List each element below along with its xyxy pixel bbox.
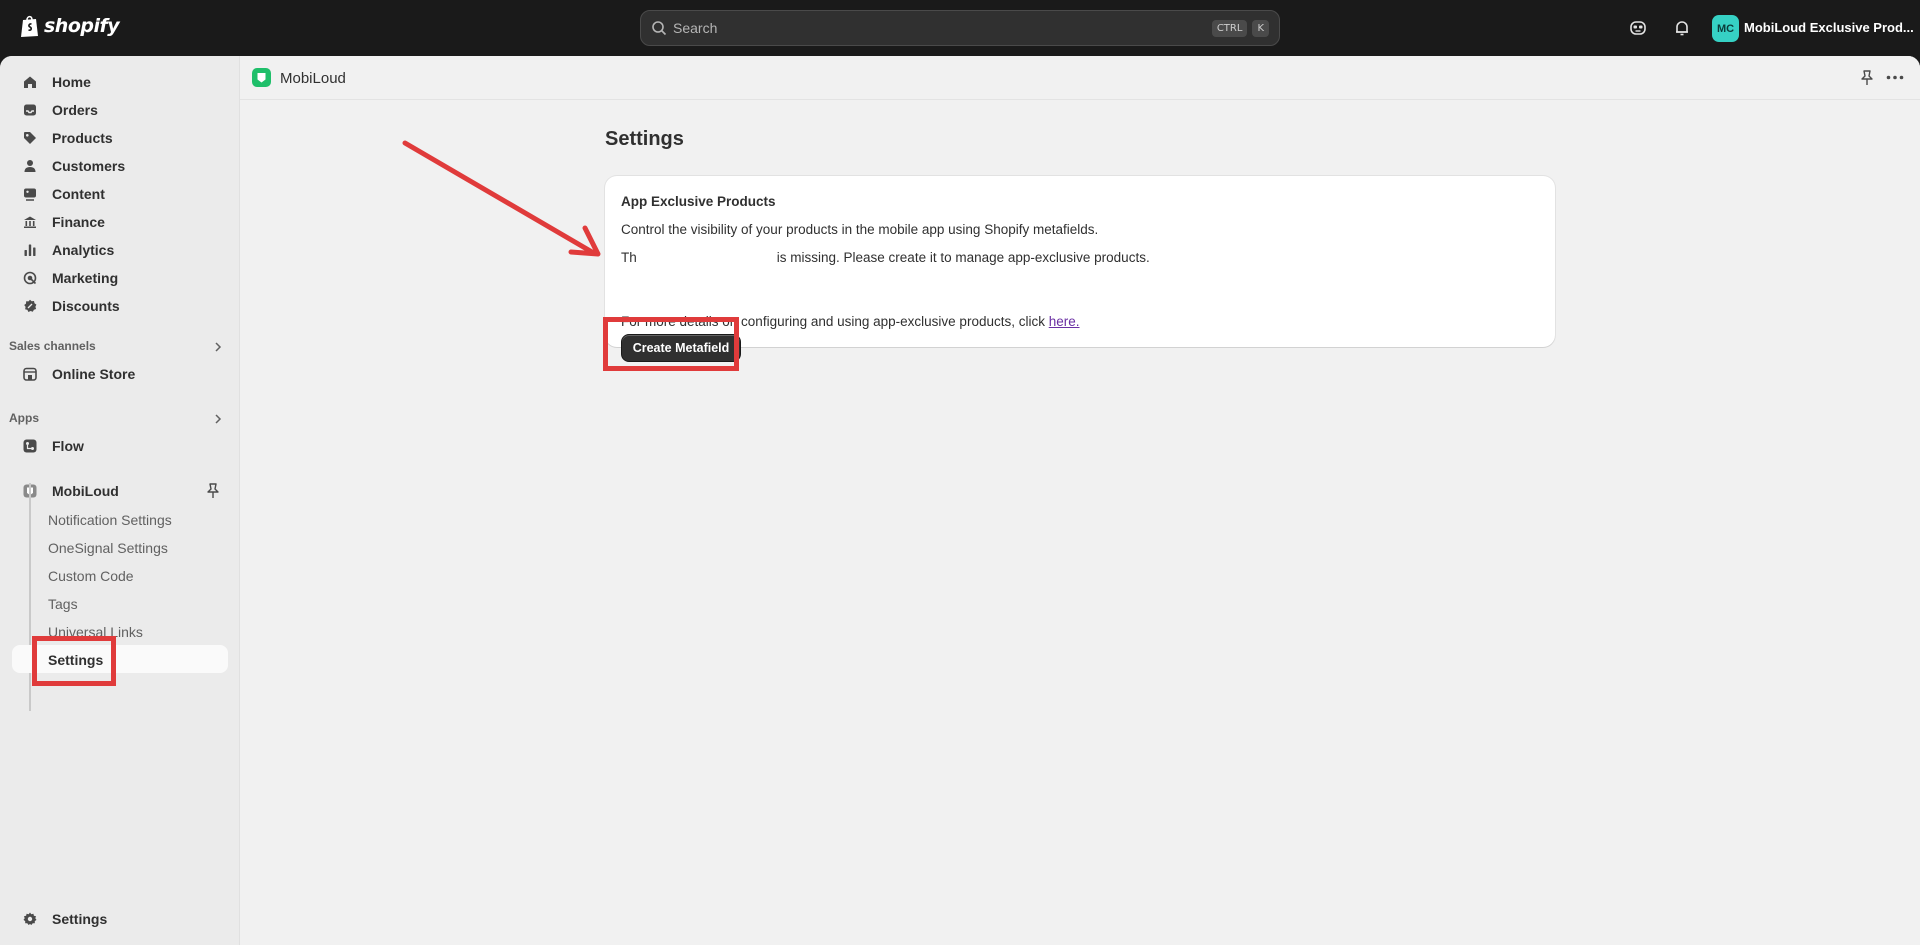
sales-channels-heading[interactable]: Sales channels [9, 339, 96, 353]
target-icon [22, 270, 38, 286]
sidebar-item-content[interactable]: Content [12, 180, 228, 208]
more-horizontal-icon[interactable] [1886, 75, 1904, 80]
gear-icon [22, 911, 38, 927]
sidebar: Home Orders Products Customers Content F… [0, 56, 240, 945]
sidebar-item-marketing[interactable]: Marketing [12, 264, 228, 292]
person-icon [22, 158, 38, 174]
shopify-bag-icon [21, 15, 38, 37]
sidebar-item-label: Marketing [52, 270, 119, 286]
home-icon [22, 74, 38, 90]
sidebar-item-mobiloud[interactable]: MobiLoud [12, 477, 228, 505]
sidebar-item-label: Flow [52, 438, 84, 454]
app-title: MobiLoud [280, 70, 346, 87]
chevron-right-icon[interactable] [212, 413, 224, 425]
chevron-right-icon[interactable] [212, 341, 224, 353]
top-bar: shopify Search CTRL K MC MobiLoud Exclus… [0, 0, 1920, 56]
sidebar-item-label: Content [52, 186, 105, 202]
subnav-tags[interactable]: Tags [48, 596, 78, 612]
main-content: MobiLoud Settings App Exclusive Products… [240, 56, 1920, 945]
shortcut-key-k: K [1252, 19, 1269, 37]
inbox-icon [22, 102, 38, 118]
annotation-highlight-box [603, 317, 739, 371]
warning-prefix: Th [621, 250, 637, 265]
admin-frame: Home Orders Products Customers Content F… [0, 56, 1920, 945]
sidebar-item-home[interactable]: Home [12, 68, 228, 96]
sidebar-item-orders[interactable]: Orders [12, 96, 228, 124]
store-name[interactable]: MobiLoud Exclusive Prod... [1744, 20, 1914, 35]
sidebar-item-label: Finance [52, 214, 105, 230]
sidebar-item-finance[interactable]: Finance [12, 208, 228, 236]
sidebar-item-discounts[interactable]: Discounts [12, 292, 228, 320]
sidebar-item-settings[interactable]: Settings [12, 905, 228, 933]
discount-icon [22, 298, 38, 314]
shortcut-key-ctrl: CTRL [1211, 19, 1248, 37]
sidebar-item-flow[interactable]: Flow [12, 432, 228, 460]
pin-icon[interactable] [1860, 70, 1874, 86]
tag-icon [22, 130, 38, 146]
card-title: App Exclusive Products [621, 194, 776, 209]
search-placeholder: Search [673, 20, 718, 36]
sidebar-item-label: Online Store [52, 366, 136, 382]
sidebar-item-label: Customers [52, 158, 126, 174]
notifications-button[interactable] [1671, 17, 1693, 39]
bell-icon [1676, 21, 1688, 36]
sidebar-item-label: Home [52, 74, 91, 90]
sidekick-icon [1630, 21, 1646, 35]
here-link[interactable]: here. [1049, 314, 1080, 329]
sidebar-item-products[interactable]: Products [12, 124, 228, 152]
image-icon [22, 186, 38, 202]
search-input[interactable]: Search CTRL K [640, 10, 1280, 46]
warning-rest: is missing. Please create it to manage a… [776, 250, 1150, 265]
sidebar-item-customers[interactable]: Customers [12, 152, 228, 180]
shopify-logo[interactable]: shopify [20, 14, 120, 38]
sidebar-item-label: Orders [52, 102, 98, 118]
metafield-missing-message: Th is missing. Please create it to manage… [621, 250, 1150, 265]
subnav-notification-settings[interactable]: Notification Settings [48, 512, 172, 528]
sidebar-item-label: Analytics [52, 242, 115, 258]
brand-wordmark: shopify [44, 15, 120, 37]
flow-icon [22, 438, 38, 454]
app-exclusive-products-card: App Exclusive Products Control the visib… [605, 176, 1555, 347]
subnav-onesignal-settings[interactable]: OneSignal Settings [48, 540, 168, 556]
sidebar-item-label: MobiLoud [52, 483, 119, 499]
subnav-tree-line [29, 483, 31, 711]
page-title: Settings [605, 128, 684, 150]
apps-heading[interactable]: Apps [9, 411, 39, 425]
sidebar-item-analytics[interactable]: Analytics [12, 236, 228, 264]
bank-icon [22, 214, 38, 230]
store-icon [22, 366, 38, 382]
mobiloud-logo-icon [252, 68, 271, 87]
sidebar-item-online-store[interactable]: Online Store [12, 360, 228, 388]
sidebar-item-label: Settings [52, 911, 108, 927]
sidebar-item-label: Products [52, 130, 113, 146]
sidebar-item-label: Discounts [52, 298, 120, 314]
subnav-custom-code[interactable]: Custom Code [48, 568, 134, 584]
annotation-highlight-box [32, 636, 116, 686]
pin-icon[interactable] [206, 483, 220, 499]
search-icon [652, 21, 667, 36]
bar-chart-icon [22, 242, 38, 258]
app-title-bar: MobiLoud [240, 56, 1920, 100]
store-avatar[interactable]: MC [1712, 15, 1739, 42]
card-description: Control the visibility of your products … [621, 222, 1099, 237]
sidekick-button[interactable] [1627, 17, 1649, 39]
